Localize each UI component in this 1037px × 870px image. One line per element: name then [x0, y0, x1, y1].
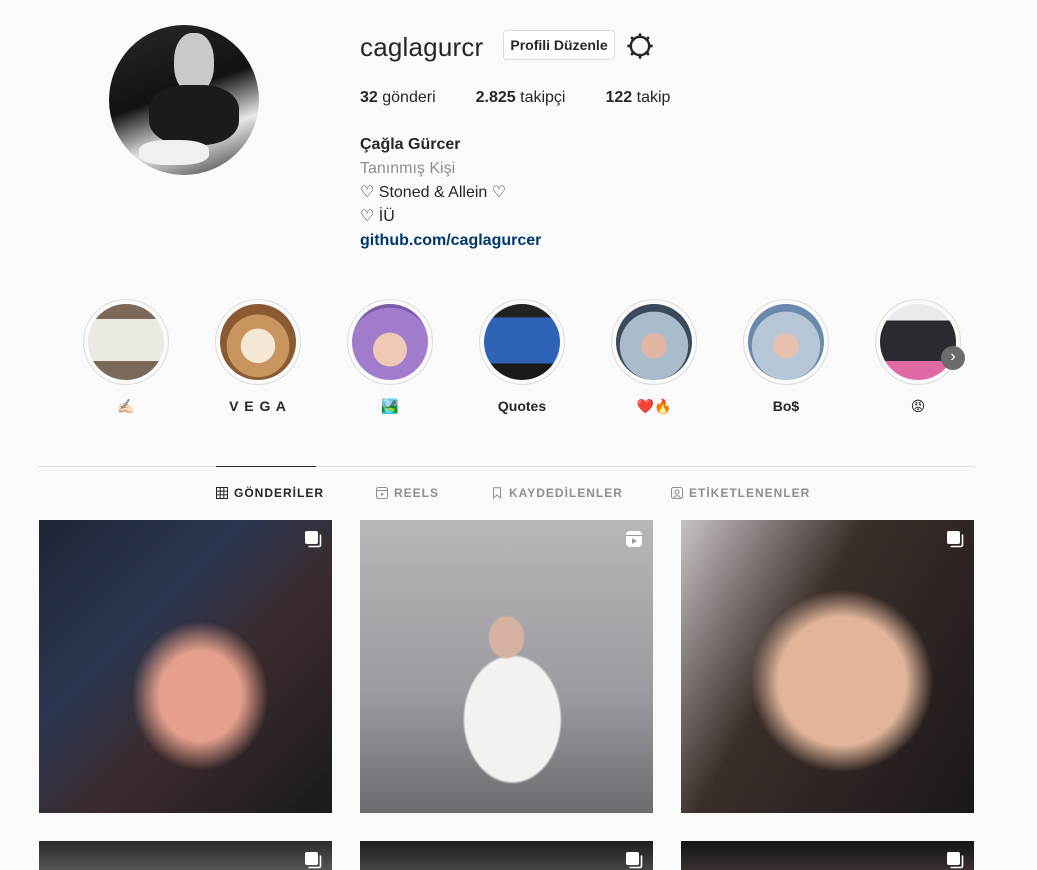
tab-tagged[interactable]: ETİKETLENENLER	[671, 486, 810, 500]
highlight-thumbnail	[748, 304, 824, 380]
reel-icon	[626, 531, 642, 547]
highlight-ring	[743, 299, 829, 385]
avatar-hair-shape	[174, 33, 214, 93]
highlight-item[interactable]: ✍🏻	[83, 299, 169, 415]
bio-website-link[interactable]: github.com/caglagurcer	[360, 229, 541, 253]
carousel-icon	[947, 531, 964, 548]
edit-profile-button[interactable]: Profili Düzenle	[503, 30, 615, 60]
highlight-label: Quotes	[497, 398, 547, 414]
highlight-item[interactable]: ❤️🔥	[611, 299, 697, 415]
bio-line-1: ♡ Stoned & Allein ♡	[360, 184, 507, 201]
profile-stats: 32 gönderi 2.825 takipçi 122 takip	[360, 89, 710, 107]
highlight-item[interactable]: Quotes	[479, 299, 565, 415]
tag-user-icon	[671, 487, 683, 499]
highlight-thumbnail	[220, 304, 296, 380]
highlight-ring	[215, 299, 301, 385]
bookmark-icon	[493, 487, 501, 499]
carousel-icon	[305, 852, 322, 869]
highlight-label: ✍🏻	[117, 398, 135, 414]
post-thumbnail[interactable]	[360, 520, 653, 813]
story-highlights: ✍🏻 V E G A 🏞️ Quotes ❤️🔥 Bo$ 😡 ›	[83, 299, 973, 419]
carousel-icon	[947, 852, 964, 869]
post-thumbnail[interactable]	[39, 841, 332, 870]
bio-category: Tanınmış Kişi	[360, 160, 456, 177]
tab-posts-label: GÖNDERİLER	[234, 486, 325, 500]
bio-full-name: Çağla Gürcer	[360, 136, 461, 153]
highlight-label: ❤️🔥	[636, 398, 672, 414]
followers-label: takipçi	[520, 89, 566, 106]
followers-stat[interactable]: 2.825 takipçi	[476, 89, 566, 107]
highlight-label: 😡	[910, 398, 926, 414]
highlight-thumbnail	[484, 304, 560, 380]
highlight-label: 🏞️	[381, 398, 399, 414]
highlight-ring	[479, 299, 565, 385]
grid-icon	[216, 487, 228, 499]
bio-line-2: ♡ İÜ	[360, 208, 395, 225]
post-thumbnail[interactable]	[39, 520, 332, 813]
highlights-next-arrow-icon[interactable]: ›	[941, 346, 965, 370]
highlight-item[interactable]: V E G A	[215, 299, 301, 415]
highlight-thumbnail	[616, 304, 692, 380]
highlight-item[interactable]: Bo$	[743, 299, 829, 415]
tabs-divider	[39, 466, 974, 467]
carousel-icon	[305, 531, 322, 548]
reels-icon	[376, 487, 388, 499]
highlight-thumbnail	[88, 304, 164, 380]
highlight-label: Bo$	[772, 398, 800, 414]
highlight-ring	[83, 299, 169, 385]
tab-reels-label: REELS	[394, 486, 440, 500]
highlight-ring	[875, 299, 961, 385]
profile-username: caglagurcr	[360, 32, 484, 62]
posts-count: 32	[360, 89, 378, 106]
highlight-thumbnail	[352, 304, 428, 380]
post-thumbnail[interactable]	[681, 520, 974, 813]
highlight-ring	[611, 299, 697, 385]
tab-reels[interactable]: REELS	[376, 486, 439, 500]
highlight-item[interactable]: 🏞️	[347, 299, 433, 415]
settings-gear-icon[interactable]	[627, 33, 653, 59]
carousel-icon	[626, 852, 643, 869]
highlight-label: V E G A	[229, 398, 287, 414]
post-thumbnail[interactable]	[681, 841, 974, 870]
tab-tagged-label: ETİKETLENENLER	[689, 486, 811, 500]
followers-count: 2.825	[475, 89, 516, 106]
highlight-thumbnail	[880, 304, 956, 380]
tab-saved[interactable]: KAYDEDİLENLER	[491, 486, 623, 500]
active-tab-indicator	[216, 466, 316, 467]
following-stat[interactable]: 122 takip	[605, 89, 670, 107]
avatar-shoe-shape	[139, 140, 209, 165]
posts-stat: 32 gönderi	[360, 89, 436, 107]
highlight-ring	[347, 299, 433, 385]
tab-saved-label: KAYDEDİLENLER	[509, 486, 623, 500]
post-thumbnail[interactable]	[360, 841, 653, 870]
following-count: 122	[605, 89, 633, 106]
profile-avatar[interactable]	[109, 25, 259, 175]
tab-posts[interactable]: GÖNDERİLER	[216, 486, 324, 500]
avatar-body-shape	[149, 85, 239, 145]
following-label: takip	[636, 89, 671, 106]
profile-bio: Çağla Gürcer Tanınmış Kişi ♡ Stoned & Al…	[360, 133, 541, 253]
posts-label: gönderi	[382, 89, 436, 106]
